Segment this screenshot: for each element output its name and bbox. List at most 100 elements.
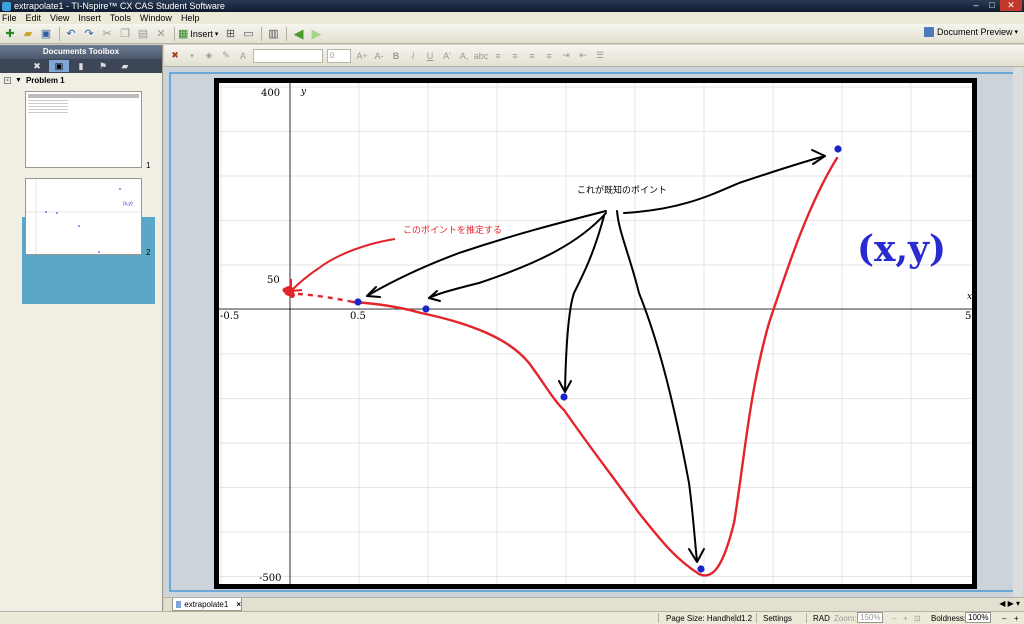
undo-icon[interactable]: ↶ [63,26,79,42]
data-point[interactable] [697,565,705,573]
minimize-icon[interactable]: – [968,0,984,11]
align-left-icon[interactable]: ≡ [491,49,505,63]
thumbnail-xy-label: (x,y) [123,201,133,207]
save-icon[interactable]: ▣ [38,26,54,42]
list-icon[interactable]: ☰ [593,49,607,63]
forward-arrow-icon[interactable]: ▶ [308,26,324,42]
text-color-icon[interactable]: A [236,49,250,63]
menu-view[interactable]: View [50,13,69,23]
paste-icon[interactable]: ▤ [135,26,151,42]
collapse-box-icon[interactable]: - [4,76,11,84]
document-preview-button[interactable]: Document Preview ▾ [923,27,1018,37]
page-thumbnail-1[interactable] [25,91,142,168]
data-point[interactable] [422,305,430,313]
menu-edit[interactable]: Edit [26,13,42,23]
tools-tab-icon[interactable]: ✖ [27,60,47,72]
boldness-increase-icon[interactable]: + [1014,614,1019,623]
menu-help[interactable]: Help [181,13,200,23]
app-icon [2,1,11,11]
document-preview-label: Document Preview [936,27,1013,37]
toolbar-separator [261,26,263,41]
decrease-font-icon[interactable]: A- [372,49,386,63]
menu-tools[interactable]: Tools [110,13,131,23]
indent-icon[interactable]: ⇥ [559,49,573,63]
data-point[interactable] [560,393,568,401]
align-center-icon[interactable]: ≡ [508,49,522,63]
insert-icon: ▦ [178,28,189,40]
arrow-to-point-d [616,210,698,562]
settings-button[interactable]: Settings [763,614,792,623]
tab-list-icon[interactable]: ▾ [1016,599,1020,608]
delete-icon[interactable]: ✕ [153,26,169,42]
copy-icon[interactable]: ❐ [117,26,133,42]
document-preview-icon [923,27,934,37]
page-thumbnail-2[interactable]: (x,y) [25,178,142,255]
menu-file[interactable]: File [2,13,17,23]
back-arrow-icon[interactable]: ◀ [290,26,306,42]
close-tab-icon[interactable]: × [236,600,241,609]
fill-color-icon[interactable]: ◈ [202,49,216,63]
content-explorer-tab-icon[interactable]: ▰ [115,60,135,72]
page-size-status[interactable]: Page Size: Handheld [666,614,741,623]
font-family-select[interactable] [253,48,323,63]
justify-icon[interactable]: ≡ [542,49,556,63]
zoom-select[interactable]: 150% [857,612,884,623]
strikethrough-icon[interactable]: abc [474,49,489,63]
chevron-down-icon[interactable]: ▾ [185,49,199,63]
utilities-tab-icon[interactable]: ⚑ [93,60,113,72]
red-dashed-extrapolation [297,292,354,304]
boldness-decrease-icon[interactable]: – [1002,614,1006,623]
line-color-icon[interactable]: ✎ [219,49,233,63]
screen-capture-icon[interactable]: ▭ [240,26,256,42]
x-tick-label-half: 0.5 [350,311,366,322]
data-points [354,145,842,573]
xy-annotation: (x,y) [857,228,946,270]
cut-icon[interactable]: ✂ [99,26,115,42]
italic-icon[interactable]: I [406,49,420,63]
y-tick-label-top: 400 [261,88,280,99]
insert-button[interactable]: ▦ Insert ▾ [178,27,218,40]
outdent-icon[interactable]: ⇤ [576,49,590,63]
tab-scroll-right-icon[interactable]: ▶ [1008,599,1014,608]
data-point[interactable] [354,298,362,306]
align-right-icon[interactable]: ≡ [525,49,539,63]
y-axis-label: y [300,87,307,97]
tools-icon[interactable]: ✖ [168,49,182,63]
maximize-icon[interactable]: □ [984,0,1000,11]
document-tab[interactable]: extrapolate1 × [172,598,242,611]
page-frame: y x 400 50 -500 -0.5 0.5 5 これが既知のポイント この… [169,72,1018,592]
data-point[interactable] [834,145,842,153]
font-size-select[interactable]: 0 [327,48,351,63]
page-number-1: 1 [146,161,151,170]
underline-icon[interactable]: U [423,49,437,63]
new-document-icon[interactable]: ✚ [2,26,18,42]
window-controls: – □ ✕ [968,0,1022,11]
zoom-out-icon[interactable]: – [892,614,896,623]
close-icon[interactable]: ✕ [1000,0,1022,11]
angle-mode-status[interactable]: RAD [813,614,830,623]
zoom-in-icon[interactable]: + [903,614,908,623]
emulator-tab-icon[interactable]: ▮ [71,60,91,72]
calculator-icon[interactable]: ⊞ [222,26,238,42]
bold-icon[interactable]: B [389,49,403,63]
superscript-icon[interactable]: A' [440,49,454,63]
graph-svg[interactable]: y x 400 50 -500 -0.5 0.5 5 これが既知のポイント この… [219,83,981,584]
vertical-scrollbar[interactable] [1013,67,1023,597]
graph-canvas[interactable]: y x 400 50 -500 -0.5 0.5 5 これが既知のポイント この… [219,83,981,584]
redo-icon[interactable]: ↷ [81,26,97,42]
page-sorter-tab-icon[interactable]: ▣ [49,60,69,72]
menu-insert[interactable]: Insert [78,13,101,23]
thumbnail-header [28,94,139,98]
subscript-icon[interactable]: A, [457,49,471,63]
open-folder-icon[interactable]: ▰ [20,26,36,42]
tab-scroll-left-icon[interactable]: ◀ [999,599,1005,608]
fit-page-icon[interactable]: ⊡ [914,614,921,623]
increase-font-icon[interactable]: A+ [355,49,369,63]
boldness-select[interactable]: 100% [965,612,992,623]
triangle-down-icon: ▼ [15,76,22,84]
page-layout-icon[interactable]: ▥ [265,26,281,42]
problem-header[interactable]: - ▼ Problem 1 [0,73,162,87]
boldness-label: Boldness: [931,614,967,623]
page-number-status: 1.2 [741,614,753,623]
menu-window[interactable]: Window [140,13,172,23]
